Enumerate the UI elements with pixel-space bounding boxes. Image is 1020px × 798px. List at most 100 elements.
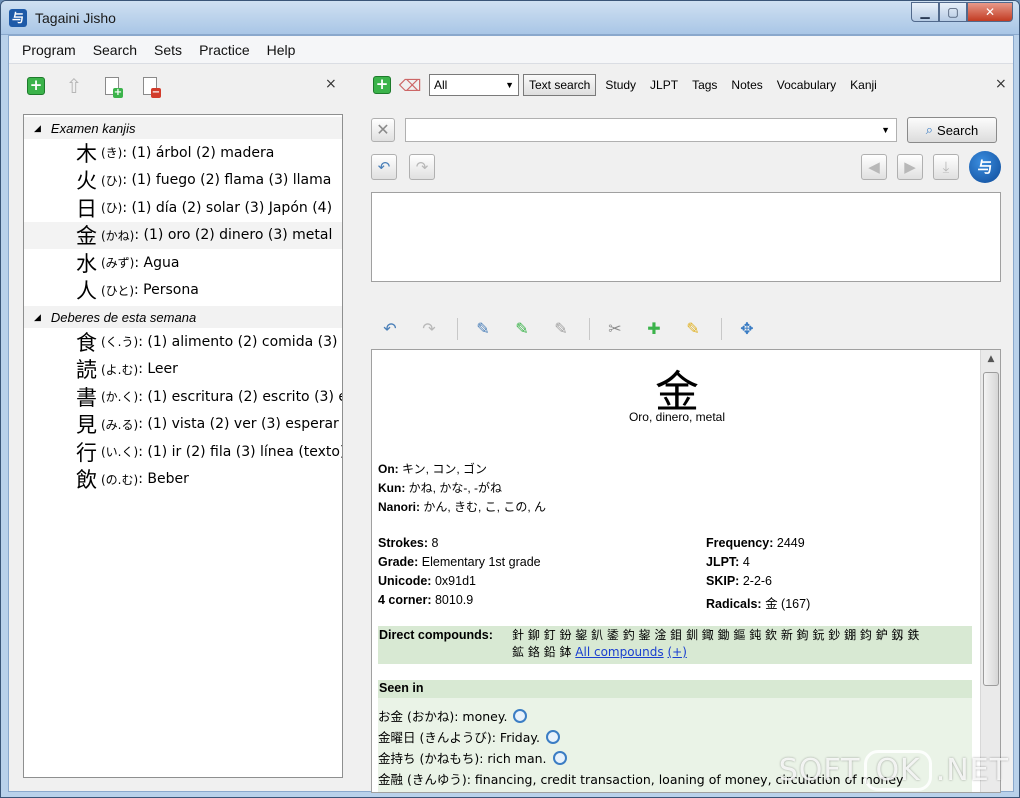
list-item[interactable]: 食 (く.う): (1) alimento (2) comida (3) e (24, 328, 342, 356)
next-result-button[interactable]: ▶ (897, 154, 923, 180)
list-item[interactable]: 飲 (の.む): Beber (24, 466, 342, 494)
tab-study[interactable]: Study (600, 75, 641, 95)
set-group[interactable]: ◢ Examen kanjis (24, 117, 342, 139)
tab-vocabulary[interactable]: Vocabulary (772, 75, 841, 95)
back-arrow-icon: ↶ (377, 158, 391, 176)
clear-search-button[interactable]: ✕ (371, 118, 395, 142)
back-button[interactable]: ↶ (371, 154, 397, 180)
add-tag-button[interactable]: ✚ (643, 318, 665, 340)
search-button[interactable]: ⌕ Search (907, 117, 997, 143)
entry-kanji: 読 (76, 358, 97, 383)
set-group[interactable]: ◢ Deberes de esta semana (24, 306, 342, 328)
tab-kanji[interactable]: Kanji (845, 75, 882, 95)
app-logo: 与 (969, 151, 1001, 183)
zoom-in-icon[interactable] (513, 709, 528, 723)
entry-meaning: : Leer (138, 361, 178, 378)
forward-button[interactable]: ↷ (409, 154, 435, 180)
menu-sets[interactable]: Sets (147, 38, 189, 62)
direct-compounds: Direct compounds: 針 鉚 釘 鈖 鋆 釟 鋈 釣 鋆 淦 鉬 … (378, 626, 972, 664)
chevron-down-icon[interactable]: ▼ (881, 119, 890, 141)
new-entry-button[interactable]: + (101, 75, 123, 98)
menu-practice[interactable]: Practice (192, 38, 257, 62)
list-item[interactable]: 書 (か.く): (1) escritura (2) escrito (3) e (24, 383, 342, 411)
title-bar[interactable]: 与 Tagaini Jisho ▁ ▢ ✕ (1, 1, 1019, 35)
move-up-button[interactable]: ⇧ (63, 75, 85, 97)
list-item[interactable]: 日 (ひ): (1) día (2) solar (3) Japón (4) (24, 194, 342, 222)
remove-entry-button[interactable]: − (139, 75, 161, 98)
entry-reading: (ひと) (101, 283, 135, 298)
collapse-triangle-icon[interactable]: ◢ (34, 312, 41, 323)
close-search-panel-icon[interactable]: × (995, 76, 1007, 92)
add-note-button[interactable]: ✎ (682, 318, 704, 340)
list-item[interactable]: 行 (い.く): (1) ir (2) fila (3) línea (texto… (24, 438, 342, 466)
reset-search-button[interactable]: ⌫ (399, 74, 422, 96)
pin-green-icon: ✎ (515, 319, 529, 338)
entry-kanji: 見 (76, 413, 97, 438)
entry-meaning: : (1) vista (2) ver (3) esperar (138, 416, 339, 433)
expand-compounds-link[interactable]: (+) (667, 645, 686, 659)
new-set-button[interactable]: + (25, 75, 47, 97)
tab-text-search[interactable]: Text search (523, 74, 597, 96)
entry-reading: (か.く) (101, 390, 139, 405)
pin-icon: ✎ (476, 319, 490, 338)
entry-reading: (ひ) (101, 173, 123, 188)
entry-kanji: 金 (76, 224, 97, 249)
scroll-thumb[interactable] (983, 372, 999, 686)
mark-studied-button[interactable]: ✎ (511, 318, 533, 340)
maximize-button[interactable]: ▢ (939, 2, 967, 22)
set-group-name: Deberes de esta semana (50, 309, 197, 325)
detail-scrollbar[interactable]: ▲ (980, 350, 1000, 792)
results-list[interactable] (371, 192, 1001, 282)
kanji-detail-panel: 金 Oro, dinero, metal On: キン, コン, ゴン Kun:… (371, 349, 1001, 793)
document-add-icon: + (105, 77, 123, 98)
tab-tags[interactable]: Tags (687, 75, 722, 95)
search-input[interactable]: ▼ (405, 118, 897, 142)
detail-meaning: Oro, dinero, metal (628, 410, 726, 424)
seen-in-item: 金曜日 (きんようび): Friday. (378, 727, 560, 746)
download-button[interactable]: ⤓ (933, 154, 959, 180)
entry-reading: (み.る) (101, 417, 139, 432)
tab-jlpt[interactable]: JLPT (645, 75, 683, 95)
zoom-in-icon[interactable] (552, 751, 567, 765)
list-item[interactable]: 火 (ひ): (1) fuego (2) flama (3) llama (24, 167, 342, 195)
entry-kanji: 火 (76, 169, 97, 194)
collapse-triangle-icon[interactable]: ◢ (34, 123, 41, 134)
list-item[interactable]: 人 (ひと): Persona (24, 277, 342, 305)
filter-select[interactable]: All ▼ (429, 74, 519, 96)
list-item[interactable]: 水 (みず): Agua (24, 249, 342, 277)
menu-help[interactable]: Help (260, 38, 303, 62)
tags-button[interactable]: ✂ (604, 318, 626, 340)
menu-search[interactable]: Search (86, 38, 144, 62)
entry-meaning: : (1) alimento (2) comida (3) e (138, 333, 343, 350)
list-item[interactable]: 見 (み.る): (1) vista (2) ver (3) esperar (24, 411, 342, 439)
four-corner-info: 4 corner: 8010.9 (378, 593, 474, 607)
forward-button[interactable]: ↷ (418, 318, 440, 340)
previous-result-button[interactable]: ◀ (861, 154, 887, 180)
list-item[interactable]: 木 (き): (1) árbol (2) madera (24, 139, 342, 167)
all-compounds-link[interactable]: All compounds (575, 645, 663, 659)
menu-program[interactable]: Program (15, 38, 83, 62)
filter-value: All (434, 78, 448, 92)
unmark-button[interactable]: ✎ (550, 318, 572, 340)
add-to-set-button[interactable]: + (371, 74, 393, 96)
list-item-selected[interactable]: 金 (かね): (1) oro (2) dinero (3) metal (24, 221, 342, 249)
close-button[interactable]: ✕ (967, 2, 1013, 22)
chevron-down-icon: ▼ (505, 80, 514, 90)
scroll-up-icon[interactable]: ▲ (981, 354, 1000, 364)
train-button[interactable]: ✎ (472, 318, 494, 340)
detail-toolbar: ↶ ↷ ✎ ✎ ✎ ✂ ✚ ✎ ✥ (371, 314, 1001, 344)
zoom-in-icon[interactable] (546, 730, 560, 744)
minimize-button[interactable]: ▁ (911, 2, 939, 22)
list-item[interactable]: 読 (よ.む): Leer (24, 356, 342, 384)
seen-in-item: お金 (おかね): money. (378, 706, 528, 725)
entry-kanji: 書 (76, 385, 97, 410)
entry-reading: (く.う) (101, 335, 139, 350)
back-button[interactable]: ↶ (379, 318, 401, 340)
entry-reading: (き) (101, 146, 123, 161)
detach-button[interactable]: ✥ (736, 318, 758, 340)
entry-reading: (かね) (101, 228, 135, 243)
tab-notes[interactable]: Notes (726, 75, 767, 95)
skip-info: SKIP: 2-2-6 (706, 574, 773, 588)
radicals-info: Radicals: 金 (167) (706, 597, 811, 611)
close-sets-panel-icon[interactable]: × (325, 76, 337, 92)
